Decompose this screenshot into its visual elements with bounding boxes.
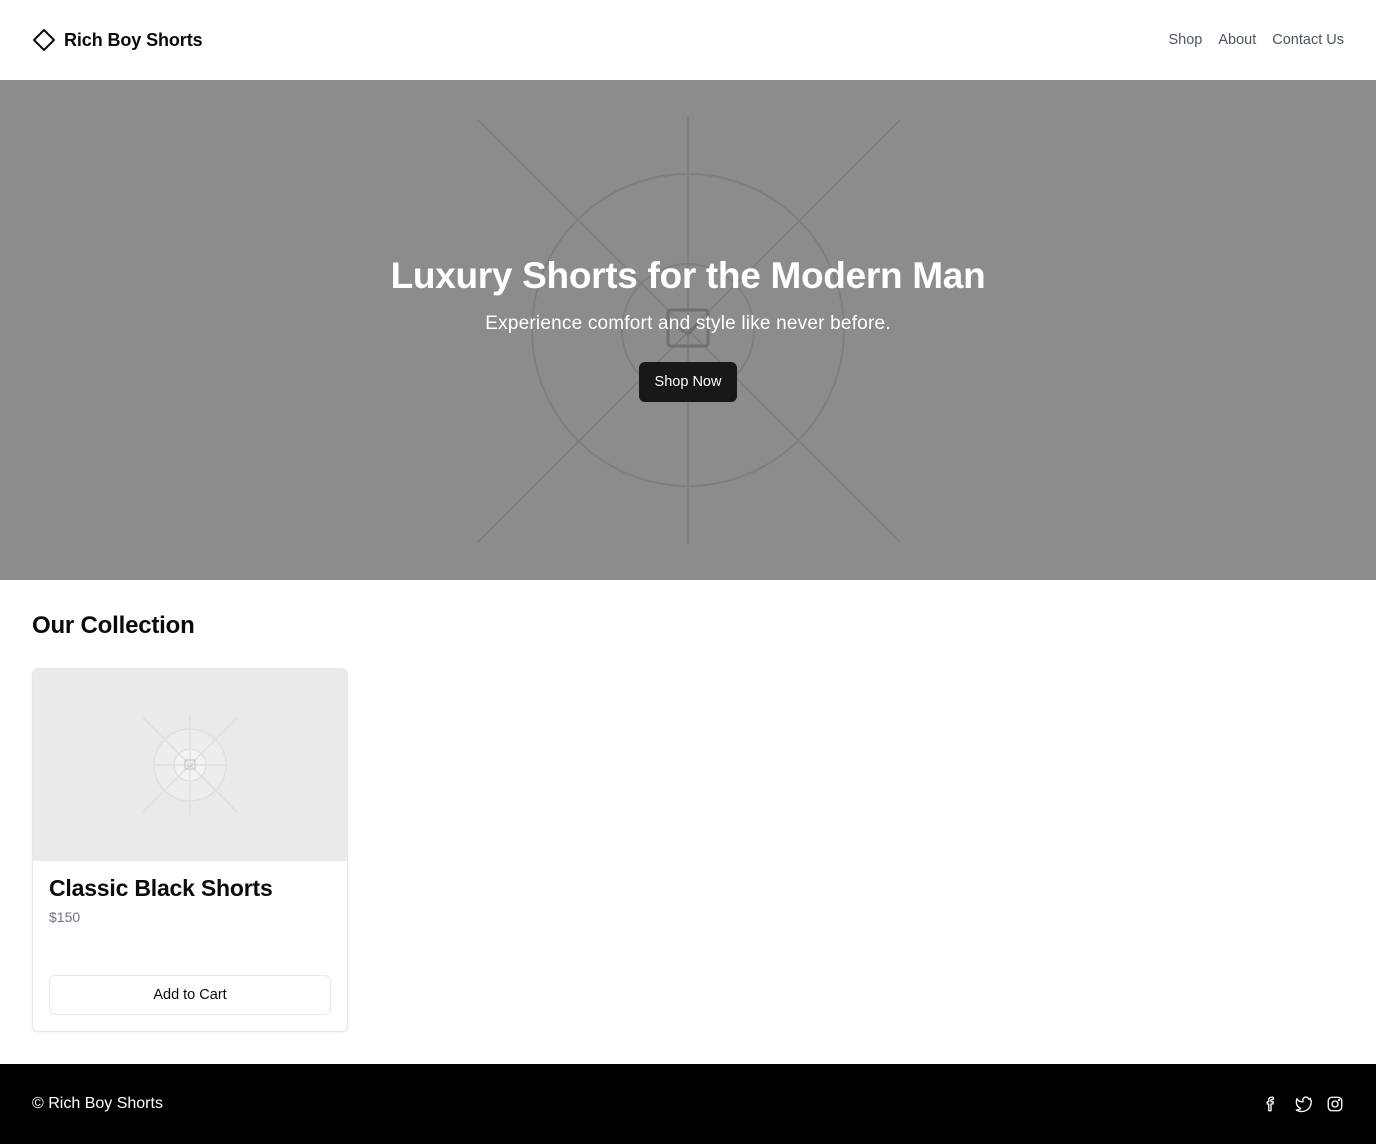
social-links — [1262, 1095, 1344, 1113]
nav-shop[interactable]: Shop — [1168, 32, 1202, 48]
facebook-icon — [1266, 1096, 1274, 1112]
hero-title: Luxury Shorts for the Modern Man — [390, 255, 986, 296]
brand-name: Rich Boy Shorts — [64, 29, 203, 50]
brand-link[interactable]: Rich Boy Shorts — [32, 28, 203, 52]
site-footer: © Rich Boy Shorts — [0, 1064, 1376, 1144]
twitter-link[interactable] — [1294, 1095, 1312, 1113]
product-image — [33, 669, 347, 861]
site-header: Rich Boy Shorts Shop About Contact Us — [0, 0, 1376, 80]
facebook-link[interactable] — [1262, 1095, 1280, 1113]
add-to-cart-button[interactable]: Add to Cart — [49, 975, 331, 1015]
twitter-icon — [1295, 1096, 1312, 1113]
hero-subtitle: Experience comfort and style like never … — [485, 313, 891, 334]
hero-section: Luxury Shorts for the Modern Man Experie… — [0, 80, 1376, 580]
product-name: Classic Black Shorts — [49, 875, 273, 901]
instagram-link[interactable] — [1326, 1095, 1344, 1113]
product-price: $150 — [49, 909, 81, 925]
instagram-icon — [1327, 1096, 1343, 1112]
hero-content: Luxury Shorts for the Modern Man Experie… — [0, 80, 1376, 580]
nav-contact-us[interactable]: Contact Us — [1272, 32, 1344, 48]
diamond-icon — [33, 29, 55, 51]
collection-title: Our Collection — [32, 612, 195, 639]
main-nav: Shop About Contact Us — [1168, 32, 1344, 48]
copyright-text: © Rich Boy Shorts — [32, 1095, 163, 1112]
product-card: Classic Black Shorts $150 Add to Cart — [32, 668, 348, 1032]
nav-about[interactable]: About — [1218, 32, 1256, 48]
shop-now-button[interactable]: Shop Now — [638, 362, 738, 402]
